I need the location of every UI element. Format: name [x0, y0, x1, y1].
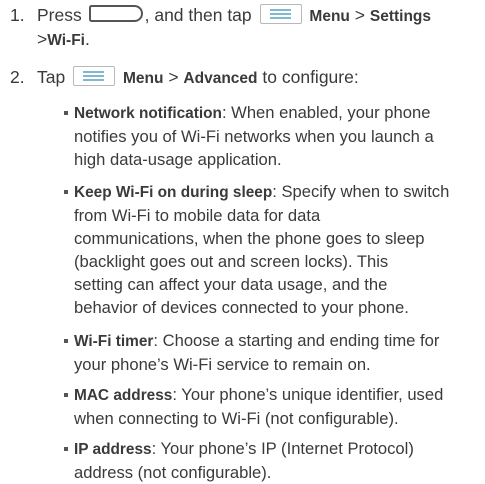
bullet-line: high data-usage application. — [74, 150, 282, 169]
bullet-term: Wi-Fi timer — [74, 333, 154, 350]
bullet-line: MAC address: Your phone’s unique identif… — [74, 383, 474, 407]
step-text-tap: Tap — [37, 67, 66, 87]
menu-label: Menu — [122, 70, 164, 87]
bullet-marker — [64, 339, 68, 343]
separator: > — [168, 67, 179, 87]
bullet-line: communications, when the phone goes to s… — [74, 229, 425, 248]
wifi-label: Wi-Fi — [47, 32, 85, 49]
bullet-text: : Your phone’s unique identifier, used — [172, 385, 444, 404]
step-text-then: , and then tap — [144, 5, 252, 25]
bullet-line: setting can affect your data usage, and … — [74, 275, 388, 294]
step-text: Press , and then tap Menu > Settings >Wi… — [37, 4, 482, 52]
bullet-marker — [64, 447, 68, 451]
menu-key-icon — [259, 4, 302, 24]
bullet-line: (backlight goes out and screen locks). T… — [74, 252, 389, 271]
advanced-label: Advanced — [183, 70, 258, 87]
step-line: >Wi-Fi. — [37, 28, 482, 52]
bullet-wifi-timer: Wi-Fi timer: Choose a starting and endin… — [64, 329, 474, 376]
bullet-line: Network notification: When enabled, your… — [74, 101, 474, 125]
bullet-line: your phone’s Wi-Fi service to remain on. — [74, 355, 371, 374]
home-key-icon — [88, 5, 143, 22]
step-end: . — [84, 29, 90, 49]
bullet-line: notifies you of Wi-Fi networks when you … — [74, 127, 434, 146]
bullet-term: Network notification — [74, 105, 222, 122]
step-text: Tap Menu > Advanced to configure: — [37, 66, 482, 90]
step-number: 2. — [10, 67, 25, 87]
bullet-text: : Your phone’s IP (Internet Protocol) — [151, 439, 414, 458]
menu-label: Menu — [309, 8, 350, 25]
bullet-ip-address: IP address: Your phone’s IP (Internet Pr… — [64, 437, 474, 484]
bullet-term: MAC address — [74, 387, 173, 404]
bullet-line: Keep Wi-Fi on during sleep: Specify when… — [74, 180, 474, 204]
bullet-line: Wi-Fi timer: Choose a starting and endin… — [74, 329, 474, 353]
settings-label: Settings — [369, 8, 432, 25]
bullet-text: : When enabled, your phone — [221, 103, 431, 122]
bullet-term: Keep Wi-Fi on during sleep — [74, 184, 273, 201]
bullet-term: IP address — [74, 441, 152, 458]
bullet-line: IP address: Your phone’s IP (Internet Pr… — [74, 437, 474, 461]
step-line: Press , and then tap Menu > Settings — [37, 4, 482, 28]
step-text-rest: to configure: — [262, 67, 359, 87]
bullet-network-notification: Network notification: When enabled, your… — [64, 101, 474, 171]
bullet-marker — [64, 393, 68, 397]
bullet-line: from Wi-Fi to mobile data for data — [74, 206, 321, 225]
step-number: 1. — [10, 5, 25, 25]
bullet-mac-address: MAC address: Your phone’s unique identif… — [64, 383, 474, 430]
bullet-text: : Choose a starting and ending time for — [153, 331, 440, 350]
menu-key-icon — [73, 66, 116, 86]
bullet-text: : Specify when to switch — [272, 182, 450, 201]
bullet-marker — [64, 111, 68, 115]
bullet-marker — [64, 190, 68, 194]
separator: > — [37, 29, 48, 49]
bullet-line: address (not configurable). — [74, 463, 272, 482]
bullet-keep-wifi-on: Keep Wi-Fi on during sleep: Specify when… — [64, 180, 474, 319]
bullet-line: behavior of devices connected to your ph… — [74, 298, 409, 317]
step-text-press: Press — [37, 5, 82, 25]
bullet-line: when connecting to Wi-Fi (not configurab… — [74, 409, 399, 428]
separator: > — [354, 5, 365, 25]
